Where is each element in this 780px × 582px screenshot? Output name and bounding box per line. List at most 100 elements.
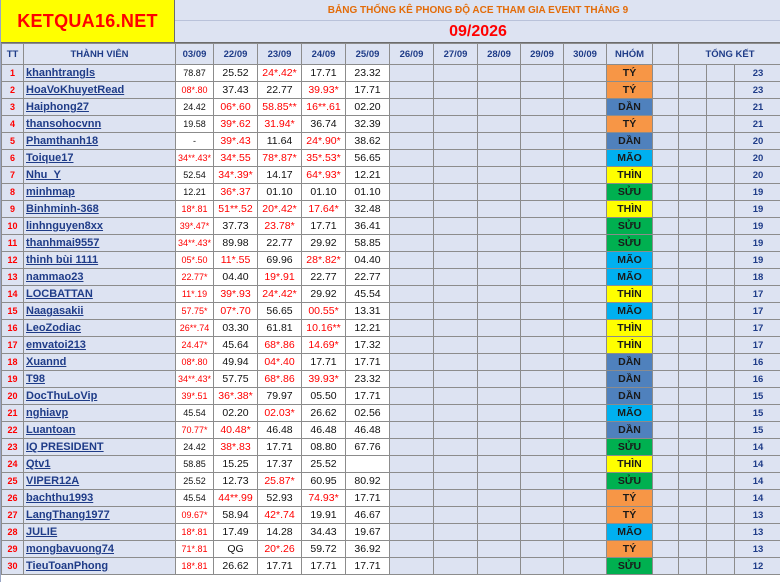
header-spacer	[652, 43, 679, 65]
score-cell-3: 39.93*	[301, 81, 346, 99]
score-cell-3: 10.16**	[301, 319, 346, 337]
score-cell-3: 16**.61	[301, 98, 346, 116]
member-name-link[interactable]: Xuannd	[23, 353, 176, 371]
empty-date-cell	[477, 251, 521, 269]
score-cell-4: 23.32	[345, 64, 390, 82]
member-name-link[interactable]: Toique17	[23, 149, 176, 167]
row-index: 7	[1, 166, 24, 184]
empty-date-cell	[433, 64, 478, 82]
member-name-link[interactable]: Binhminh-368	[23, 200, 176, 218]
empty-date-cell	[520, 336, 564, 354]
empty-date-cell	[477, 166, 521, 184]
member-name-link[interactable]: linhnguyen8xx	[23, 217, 176, 235]
member-name-link[interactable]: mongbavuong74	[23, 540, 176, 558]
member-name-link[interactable]: IQ PRESIDENT	[23, 438, 176, 456]
score-cell-2: 69.96	[257, 251, 302, 269]
score-cell-3: 08.80	[301, 438, 346, 456]
score-cell-4: 01.10	[345, 183, 390, 201]
score-cell-3: 17.71	[301, 64, 346, 82]
empty-date-cell	[520, 251, 564, 269]
member-name-link[interactable]: emvatoi213	[23, 336, 176, 354]
empty-date-cell	[477, 404, 521, 422]
score-cell-0: 08*.80	[175, 81, 214, 99]
site-logo[interactable]: KETQUA16.NET	[1, 0, 175, 43]
member-name-link[interactable]: bachthu1993	[23, 489, 176, 507]
member-name-link[interactable]: TieuToanPhong	[23, 557, 176, 575]
member-name-link[interactable]: Naagasakii	[23, 302, 176, 320]
member-name-link[interactable]: Nhu_Y	[23, 166, 176, 184]
score-cell-4: 32.39	[345, 115, 390, 133]
member-name-link[interactable]: LeoZodiac	[23, 319, 176, 337]
row-index: 30	[1, 557, 24, 575]
member-name-link[interactable]: Qtv1	[23, 455, 176, 473]
spacer-cell	[706, 489, 735, 507]
table-row: 12 thinh bùi 1111 05*.50 11*.55 69.96 28*.82*…	[1, 251, 780, 269]
member-name-link[interactable]: Luantoan	[23, 421, 176, 439]
empty-date-cell	[389, 166, 434, 184]
member-name-link[interactable]: nghiavp	[23, 404, 176, 422]
member-name-link[interactable]: thanhmai9557	[23, 234, 176, 252]
empty-date-cell	[520, 557, 564, 575]
row-index: 29	[1, 540, 24, 558]
spacer-cell	[706, 353, 735, 371]
member-name-link[interactable]: thansohocvnn	[23, 115, 176, 133]
empty-date-cell	[563, 506, 607, 524]
score-cell-3: 29.92	[301, 234, 346, 252]
empty-date-cell	[389, 149, 434, 167]
member-name-link[interactable]: LangThang1977	[23, 506, 176, 524]
score-cell-1: 39*.62	[213, 115, 258, 133]
score-cell-1: 49.94	[213, 353, 258, 371]
spacer-cell	[706, 285, 735, 303]
score-cell-3: 17.71	[301, 353, 346, 371]
empty-date-cell	[433, 115, 478, 133]
member-name-link[interactable]: thinh bùi 1111	[23, 251, 176, 269]
header-date-2609: 26/09	[389, 43, 434, 65]
member-name-link[interactable]: VIPER12A	[23, 472, 176, 490]
member-name-link[interactable]: Phamthanh18	[23, 132, 176, 150]
member-name-link[interactable]: Haiphong27	[23, 98, 176, 116]
score-cell-0: 58.85	[175, 455, 214, 473]
empty-date-cell	[563, 166, 607, 184]
spacer-cell	[652, 370, 679, 388]
score-cell-2: 24*.42*	[257, 285, 302, 303]
empty-date-cell	[520, 64, 564, 82]
empty-date-cell	[433, 336, 478, 354]
member-name-link[interactable]: LOCBATTAN	[23, 285, 176, 303]
score-cell-2: 52.93	[257, 489, 302, 507]
table-row: 4 thansohocvnn 19.58 39*.62 31.94* 36.74 32.39…	[1, 115, 780, 133]
score-cell-3: 46.48	[301, 421, 346, 439]
table-row: 3 Haiphong27 24.42 06*.60 58.85** 16**.61 02.2…	[1, 98, 780, 116]
score-cell-2: 19*.91	[257, 268, 302, 286]
total-score: 19	[733, 234, 780, 252]
member-name-link[interactable]: T98	[23, 370, 176, 388]
table-row: 13 nammao23 22.77* 04.40 19*.91 22.77 22.77 MÃO…	[1, 268, 780, 286]
member-name-link[interactable]: minhmap	[23, 183, 176, 201]
row-index: 5	[1, 132, 24, 150]
empty-date-cell	[389, 489, 434, 507]
empty-date-cell	[563, 387, 607, 405]
score-cell-1: 45.64	[213, 336, 258, 354]
member-name-link[interactable]: nammao23	[23, 268, 176, 286]
spacer-cell	[652, 523, 679, 541]
score-cell-4: 56.65	[345, 149, 390, 167]
member-name-link[interactable]: DocThuLoVip	[23, 387, 176, 405]
member-name-link[interactable]: khanhtrangls	[23, 64, 176, 82]
empty-date-cell	[563, 370, 607, 388]
member-name-link[interactable]: JULIE	[23, 523, 176, 541]
score-cell-3: 17.71	[301, 217, 346, 235]
row-index: 10	[1, 217, 24, 235]
member-name-link[interactable]: HoaVoKhuyetRead	[23, 81, 176, 99]
table-row: 6 Toique17 34**.43* 34*.55 78*.87* 35*.53* 56.…	[1, 149, 780, 167]
empty-date-cell	[433, 285, 478, 303]
spacer-cell	[652, 268, 679, 286]
spacer-cell	[652, 115, 679, 133]
table-row: 14 LOCBATTAN 11*.19 39*.93 24*.42* 29.92 45.54…	[1, 285, 780, 303]
spacer-cell	[652, 81, 679, 99]
row-index: 18	[1, 353, 24, 371]
score-cell-2: 25.87*	[257, 472, 302, 490]
row-index: 4	[1, 115, 24, 133]
empty-date-cell	[477, 455, 521, 473]
score-cell-1: 37.43	[213, 81, 258, 99]
empty-date-cell	[477, 421, 521, 439]
empty-date-cell	[389, 370, 434, 388]
